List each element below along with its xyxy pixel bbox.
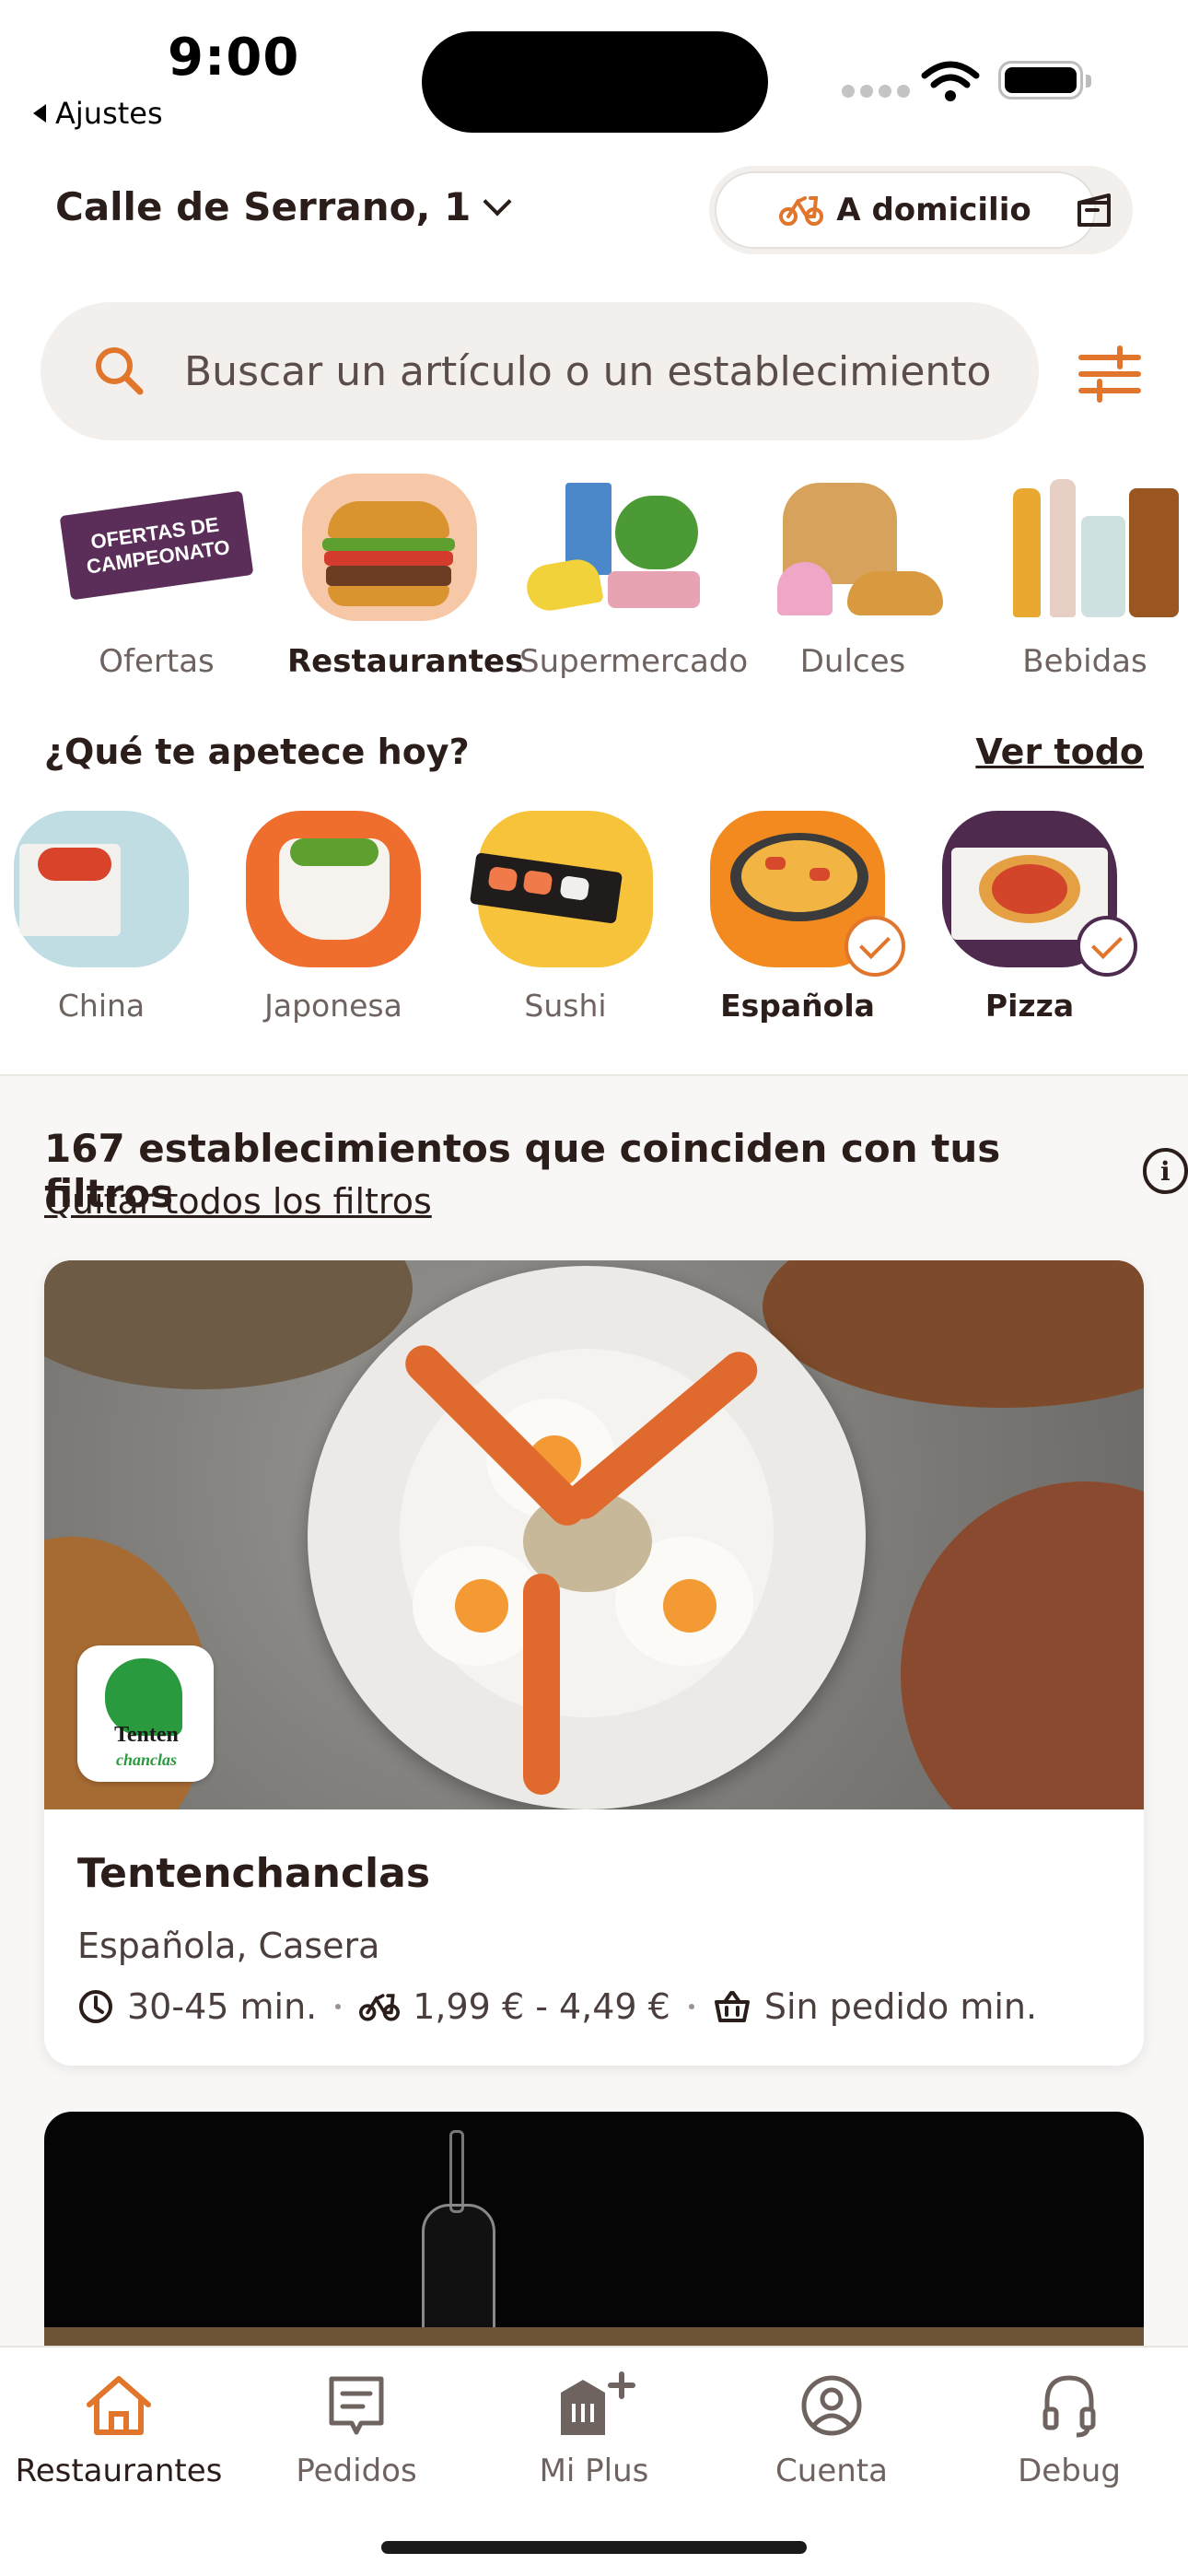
section-title: ¿Qué te apetece hoy? — [44, 732, 470, 772]
headset-icon — [1042, 2375, 1096, 2438]
cuisine-carousel: China Japonesa Sushi Española Pizza — [0, 811, 1188, 1024]
chinese-food-image — [14, 811, 189, 967]
see-all-link[interactable]: Ver todo — [975, 732, 1144, 772]
home-indicator[interactable] — [381, 2541, 807, 2554]
delivery-time: 30-45 min. — [127, 1986, 318, 2027]
status-time: 9:00 — [168, 28, 300, 88]
cuisine-label: Sushi — [524, 988, 607, 1024]
bakery-image — [751, 470, 954, 626]
delivery-mode-toggle[interactable]: A domicilio — [709, 166, 1133, 254]
separator-dot — [688, 2004, 694, 2009]
address-selector[interactable]: Calle de Serrano, 1 — [55, 184, 512, 229]
cuisine-sushi[interactable]: Sushi — [469, 811, 658, 1024]
category-label: Dulces — [799, 643, 906, 680]
logo-text-line1: Tenten — [114, 1723, 179, 1747]
cuisine-label: Japonesa — [264, 988, 402, 1024]
category-offers[interactable]: OFERTAS DE CAMPEONATO Ofertas — [55, 470, 258, 680]
address-text: Calle de Serrano, 1 — [55, 184, 472, 229]
category-label: Ofertas — [99, 643, 215, 680]
tab-account[interactable]: Cuenta — [713, 2364, 950, 2489]
wifi-icon — [921, 61, 980, 101]
restaurant-card[interactable]: Tenten chanclas Tentenchanclas Española,… — [44, 1260, 1144, 2066]
restaurant-logo: Tenten chanclas — [77, 1645, 214, 1782]
cuisine-label: Española — [720, 988, 875, 1024]
restaurant-tags: Española, Casera — [77, 1926, 380, 1966]
basket-icon — [714, 1991, 750, 2022]
search-icon — [96, 347, 144, 395]
groceries-image — [519, 470, 722, 626]
category-restaurants[interactable]: Restaurantes — [287, 470, 524, 680]
pizza-image — [942, 811, 1137, 977]
pickup-bag-icon — [1077, 193, 1111, 227]
tab-label: Mi Plus — [539, 2453, 649, 2489]
search-input[interactable]: Buscar un artículo o un establecimiento — [41, 302, 1039, 440]
cuisine-china[interactable]: China — [9, 811, 193, 1024]
min-order: Sin pedido min. — [763, 1986, 1038, 2027]
info-icon[interactable]: i — [1142, 1148, 1188, 1194]
dynamic-island — [422, 31, 768, 133]
battery-icon — [998, 61, 1091, 100]
tab-restaurants[interactable]: Restaurantes — [0, 2364, 238, 2489]
chevron-down-icon — [483, 186, 512, 217]
cellular-signal-icon — [842, 85, 910, 98]
offers-badge-image: OFERTAS DE CAMPEONATO — [55, 470, 258, 626]
burger-image — [287, 470, 490, 626]
tab-label: Pedidos — [296, 2453, 417, 2489]
category-drinks[interactable]: Bebidas — [984, 470, 1186, 680]
sushi-image — [469, 811, 653, 967]
filters-icon[interactable] — [1077, 345, 1142, 404]
selected-check-icon — [844, 916, 905, 977]
restaurant-name: Tentenchanclas — [77, 1850, 431, 1897]
back-app-label: Ajustes — [55, 96, 163, 131]
tab-label: Debug — [1018, 2453, 1121, 2489]
cuisine-label: Pizza — [984, 988, 1075, 1024]
back-arrow-icon — [33, 104, 46, 123]
receipt-icon — [329, 2376, 384, 2435]
clear-filters-link[interactable]: Quitar todos los filtros — [44, 1181, 432, 1222]
delivery-mode-option[interactable]: A domicilio — [715, 171, 1096, 249]
search-placeholder: Buscar un artículo o un establecimiento — [184, 347, 992, 395]
account-icon — [801, 2375, 862, 2436]
plus-membership-icon — [561, 2371, 635, 2435]
category-label: Bebidas — [1022, 643, 1147, 680]
cuisine-spanish[interactable]: Española — [705, 811, 905, 1024]
tab-plus[interactable]: Mi Plus — [475, 2364, 713, 2489]
separator-dot — [335, 2004, 342, 2009]
cuisine-label: China — [57, 988, 146, 1024]
category-carousel: OFERTAS DE CAMPEONATO Ofertas Restaurant… — [0, 470, 1188, 691]
logo-text-line2: chanclas — [115, 1751, 177, 1769]
cuisine-japanese[interactable]: Japonesa — [241, 811, 425, 1024]
cuisine-pizza[interactable]: Pizza — [938, 811, 1137, 1024]
tab-label: Restaurantes — [15, 2453, 223, 2489]
category-supermarket[interactable]: Supermercado — [519, 470, 749, 680]
bike-icon — [359, 1994, 401, 2021]
delivery-fee: 1,99 € - 4,49 € — [413, 1986, 670, 2027]
drinks-image — [984, 470, 1186, 626]
bike-icon — [779, 196, 824, 226]
tab-orders[interactable]: Pedidos — [238, 2364, 475, 2489]
ramen-image — [246, 811, 421, 967]
tab-debug[interactable]: Debug — [950, 2364, 1188, 2489]
restaurant-meta: 30-45 min. 1,99 € - 4,49 € Sin pedido mi… — [77, 1986, 1037, 2027]
status-bar: 9:00 Ajustes — [0, 0, 1188, 138]
delivery-mode-label: A domicilio — [836, 192, 1031, 228]
category-label: Restaurantes — [287, 643, 524, 680]
category-sweets[interactable]: Dulces — [751, 470, 954, 680]
tab-label: Cuenta — [775, 2453, 888, 2489]
pickup-mode-option[interactable] — [1068, 184, 1120, 236]
category-label: Supermercado — [519, 643, 749, 680]
selected-check-icon — [1077, 916, 1137, 977]
clock-icon — [79, 1990, 112, 2023]
paella-image — [710, 811, 905, 977]
back-to-app-link[interactable]: Ajustes — [33, 96, 163, 131]
home-icon — [87, 2376, 151, 2435]
